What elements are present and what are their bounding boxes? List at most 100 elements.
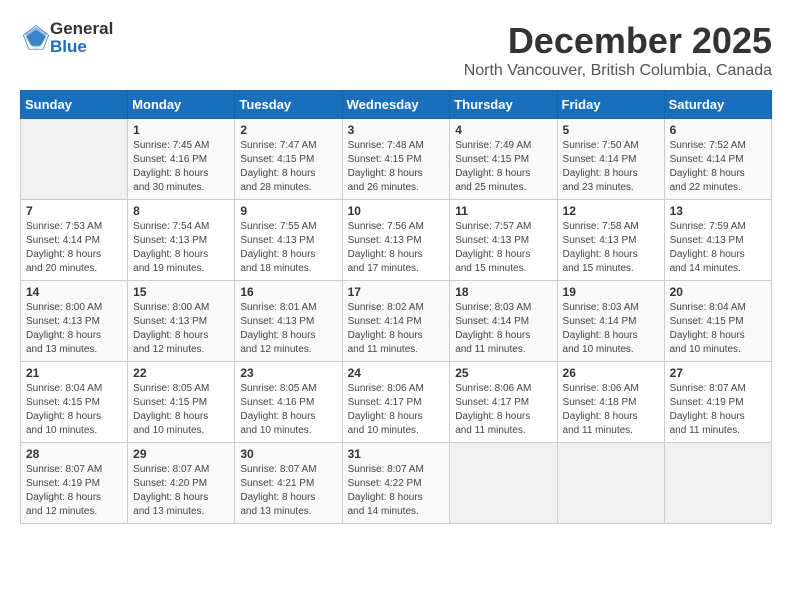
day-info: Sunrise: 8:02 AM Sunset: 4:14 PM Dayligh… bbox=[348, 301, 445, 357]
header-sunday: Sunday bbox=[21, 91, 128, 119]
calendar-cell: 17 Sunrise: 8:02 AM Sunset: 4:14 PM Dayli… bbox=[342, 281, 450, 362]
day-number: 6 bbox=[670, 123, 766, 137]
calendar-header-row: SundayMondayTuesdayWednesdayThursdayFrid… bbox=[21, 91, 772, 119]
calendar-cell: 22 Sunrise: 8:05 AM Sunset: 4:15 PM Dayli… bbox=[128, 362, 235, 443]
calendar-cell: 7 Sunrise: 7:53 AM Sunset: 4:14 PM Daylig… bbox=[21, 200, 128, 281]
day-number: 7 bbox=[26, 204, 122, 218]
calendar-cell: 1 Sunrise: 7:45 AM Sunset: 4:16 PM Daylig… bbox=[128, 119, 235, 200]
day-number: 31 bbox=[348, 447, 445, 461]
day-number: 15 bbox=[133, 285, 229, 299]
day-number: 13 bbox=[670, 204, 766, 218]
day-info: Sunrise: 7:49 AM Sunset: 4:15 PM Dayligh… bbox=[455, 139, 551, 195]
calendar-cell: 5Sunrise: 7:50 AM Sunset: 4:14 PM Daylig… bbox=[557, 119, 664, 200]
calendar-cell bbox=[450, 443, 557, 524]
day-info: Sunrise: 8:05 AM Sunset: 4:15 PM Dayligh… bbox=[133, 382, 229, 438]
day-info: Sunrise: 8:03 AM Sunset: 4:14 PM Dayligh… bbox=[563, 301, 659, 357]
calendar-week-5: 28 Sunrise: 8:07 AM Sunset: 4:19 PM Dayli… bbox=[21, 443, 772, 524]
calendar-cell: 18 Sunrise: 8:03 AM Sunset: 4:14 PM Dayli… bbox=[450, 281, 557, 362]
header-wednesday: Wednesday bbox=[342, 91, 450, 119]
day-number: 28 bbox=[26, 447, 122, 461]
day-number: 1 bbox=[133, 123, 229, 137]
calendar-cell: 27 Sunrise: 8:07 AM Sunset: 4:19 PM Dayli… bbox=[664, 362, 771, 443]
day-info: Sunrise: 8:06 AM Sunset: 4:18 PM Dayligh… bbox=[563, 382, 659, 438]
calendar-cell: 23 Sunrise: 8:05 AM Sunset: 4:16 PM Dayli… bbox=[235, 362, 342, 443]
calendar-cell: 26Sunrise: 8:06 AM Sunset: 4:18 PM Dayli… bbox=[557, 362, 664, 443]
calendar-table: SundayMondayTuesdayWednesdayThursdayFrid… bbox=[20, 90, 772, 524]
day-number: 21 bbox=[26, 366, 122, 380]
header-monday: Monday bbox=[128, 91, 235, 119]
day-info: Sunrise: 8:05 AM Sunset: 4:16 PM Dayligh… bbox=[240, 382, 336, 438]
day-info: Sunrise: 7:52 AM Sunset: 4:14 PM Dayligh… bbox=[670, 139, 766, 195]
day-number: 20 bbox=[670, 285, 766, 299]
day-info: Sunrise: 8:07 AM Sunset: 4:19 PM Dayligh… bbox=[670, 382, 766, 438]
calendar-cell: 28 Sunrise: 8:07 AM Sunset: 4:19 PM Dayli… bbox=[21, 443, 128, 524]
day-number: 18 bbox=[455, 285, 551, 299]
day-number: 8 bbox=[133, 204, 229, 218]
calendar-cell: 8 Sunrise: 7:54 AM Sunset: 4:13 PM Daylig… bbox=[128, 200, 235, 281]
calendar-week-4: 21Sunrise: 8:04 AM Sunset: 4:15 PM Dayli… bbox=[21, 362, 772, 443]
calendar-cell: 30 Sunrise: 8:07 AM Sunset: 4:21 PM Dayli… bbox=[235, 443, 342, 524]
calendar-cell: 6 Sunrise: 7:52 AM Sunset: 4:14 PM Daylig… bbox=[664, 119, 771, 200]
calendar-cell: 16Sunrise: 8:01 AM Sunset: 4:13 PM Dayli… bbox=[235, 281, 342, 362]
day-number: 4 bbox=[455, 123, 551, 137]
calendar-cell: 15 Sunrise: 8:00 AM Sunset: 4:13 PM Dayli… bbox=[128, 281, 235, 362]
calendar-cell bbox=[664, 443, 771, 524]
day-info: Sunrise: 7:45 AM Sunset: 4:16 PM Dayligh… bbox=[133, 139, 229, 195]
calendar-cell: 29Sunrise: 8:07 AM Sunset: 4:20 PM Dayli… bbox=[128, 443, 235, 524]
calendar-cell: 10Sunrise: 7:56 AM Sunset: 4:13 PM Dayli… bbox=[342, 200, 450, 281]
day-info: Sunrise: 7:54 AM Sunset: 4:13 PM Dayligh… bbox=[133, 220, 229, 276]
day-number: 27 bbox=[670, 366, 766, 380]
day-info: Sunrise: 7:57 AM Sunset: 4:13 PM Dayligh… bbox=[455, 220, 551, 276]
logo-icon bbox=[22, 24, 50, 52]
day-info: Sunrise: 7:58 AM Sunset: 4:13 PM Dayligh… bbox=[563, 220, 659, 276]
day-info: Sunrise: 8:07 AM Sunset: 4:21 PM Dayligh… bbox=[240, 463, 336, 519]
calendar-cell: 31Sunrise: 8:07 AM Sunset: 4:22 PM Dayli… bbox=[342, 443, 450, 524]
day-info: Sunrise: 8:03 AM Sunset: 4:14 PM Dayligh… bbox=[455, 301, 551, 357]
location-title: North Vancouver, British Columbia, Canad… bbox=[464, 62, 772, 80]
day-number: 11 bbox=[455, 204, 551, 218]
logo-blue: Blue bbox=[50, 37, 87, 56]
day-number: 3 bbox=[348, 123, 445, 137]
day-info: Sunrise: 8:07 AM Sunset: 4:20 PM Dayligh… bbox=[133, 463, 229, 519]
day-info: Sunrise: 7:50 AM Sunset: 4:14 PM Dayligh… bbox=[563, 139, 659, 195]
calendar-cell: 21Sunrise: 8:04 AM Sunset: 4:15 PM Dayli… bbox=[21, 362, 128, 443]
calendar-cell: 9Sunrise: 7:55 AM Sunset: 4:13 PM Daylig… bbox=[235, 200, 342, 281]
day-info: Sunrise: 7:56 AM Sunset: 4:13 PM Dayligh… bbox=[348, 220, 445, 276]
day-info: Sunrise: 8:06 AM Sunset: 4:17 PM Dayligh… bbox=[348, 382, 445, 438]
day-info: Sunrise: 7:55 AM Sunset: 4:13 PM Dayligh… bbox=[240, 220, 336, 276]
day-number: 19 bbox=[563, 285, 659, 299]
page-header: General Blue December 2025 North Vancouv… bbox=[20, 20, 772, 80]
day-info: Sunrise: 8:07 AM Sunset: 4:19 PM Dayligh… bbox=[26, 463, 122, 519]
day-info: Sunrise: 8:00 AM Sunset: 4:13 PM Dayligh… bbox=[133, 301, 229, 357]
day-number: 30 bbox=[240, 447, 336, 461]
day-info: Sunrise: 8:04 AM Sunset: 4:15 PM Dayligh… bbox=[670, 301, 766, 357]
calendar-cell: 13 Sunrise: 7:59 AM Sunset: 4:13 PM Dayli… bbox=[664, 200, 771, 281]
day-info: Sunrise: 7:47 AM Sunset: 4:15 PM Dayligh… bbox=[240, 139, 336, 195]
day-number: 25 bbox=[455, 366, 551, 380]
calendar-cell: 19 Sunrise: 8:03 AM Sunset: 4:14 PM Dayli… bbox=[557, 281, 664, 362]
day-number: 24 bbox=[348, 366, 445, 380]
day-number: 22 bbox=[133, 366, 229, 380]
day-info: Sunrise: 7:53 AM Sunset: 4:14 PM Dayligh… bbox=[26, 220, 122, 276]
calendar-cell: 3 Sunrise: 7:48 AM Sunset: 4:15 PM Daylig… bbox=[342, 119, 450, 200]
day-info: Sunrise: 7:48 AM Sunset: 4:15 PM Dayligh… bbox=[348, 139, 445, 195]
day-number: 17 bbox=[348, 285, 445, 299]
calendar-cell: 24 Sunrise: 8:06 AM Sunset: 4:17 PM Dayli… bbox=[342, 362, 450, 443]
calendar-cell: 11 Sunrise: 7:57 AM Sunset: 4:13 PM Dayli… bbox=[450, 200, 557, 281]
header-saturday: Saturday bbox=[664, 91, 771, 119]
calendar-week-2: 7 Sunrise: 7:53 AM Sunset: 4:14 PM Daylig… bbox=[21, 200, 772, 281]
calendar-cell: 20 Sunrise: 8:04 AM Sunset: 4:15 PM Dayli… bbox=[664, 281, 771, 362]
calendar-cell: 2 Sunrise: 7:47 AM Sunset: 4:15 PM Daylig… bbox=[235, 119, 342, 200]
day-info: Sunrise: 7:59 AM Sunset: 4:13 PM Dayligh… bbox=[670, 220, 766, 276]
logo: General Blue bbox=[20, 20, 113, 56]
calendar-cell: 4 Sunrise: 7:49 AM Sunset: 4:15 PM Daylig… bbox=[450, 119, 557, 200]
month-title: December 2025 bbox=[464, 20, 772, 62]
calendar-cell bbox=[557, 443, 664, 524]
header-friday: Friday bbox=[557, 91, 664, 119]
day-number: 2 bbox=[240, 123, 336, 137]
day-number: 23 bbox=[240, 366, 336, 380]
calendar-cell: 12 Sunrise: 7:58 AM Sunset: 4:13 PM Dayli… bbox=[557, 200, 664, 281]
calendar-cell: 25Sunrise: 8:06 AM Sunset: 4:17 PM Dayli… bbox=[450, 362, 557, 443]
calendar-week-1: 1 Sunrise: 7:45 AM Sunset: 4:16 PM Daylig… bbox=[21, 119, 772, 200]
day-number: 12 bbox=[563, 204, 659, 218]
